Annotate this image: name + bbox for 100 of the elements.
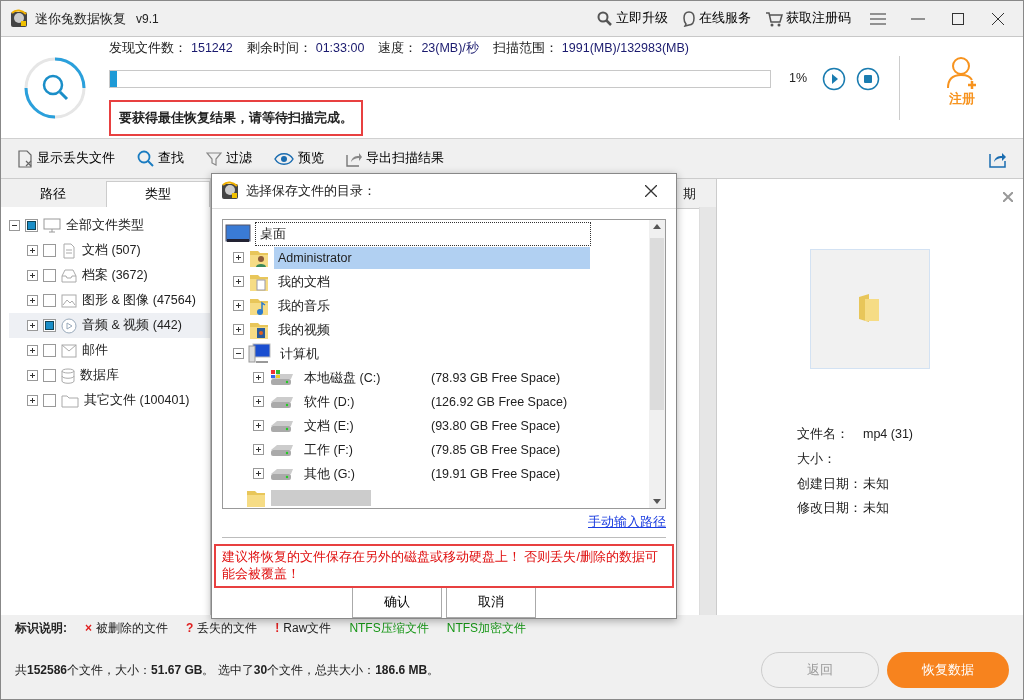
free-space-label: (78.93 GB Free Space) [431, 369, 562, 387]
field-label: 文件名： [797, 426, 850, 443]
tree-item[interactable]: 我的视频 [274, 318, 334, 342]
free-space-label: (19.91 GB Free Space) [431, 465, 562, 483]
free-space-label: (93.80 GB Free Space) [431, 417, 562, 435]
drive-icon [268, 369, 296, 387]
pane-tab[interactable]: 类型 [105, 181, 210, 207]
document-icon [61, 242, 77, 259]
field-value: 未知 [863, 475, 890, 493]
toolbar-button[interactable]: 导出扫描结果 [346, 149, 444, 168]
expand-icon[interactable] [253, 420, 264, 432]
expand-icon[interactable] [253, 444, 264, 456]
tree-item-label: 档案 (3672) [82, 267, 148, 285]
filter-icon [206, 151, 222, 166]
checkbox[interactable] [43, 269, 56, 282]
scrollbar[interactable] [699, 207, 716, 615]
toolbar-button[interactable]: 查找 [137, 149, 184, 168]
expand-icon[interactable] [27, 245, 38, 256]
scan-progress-icon [23, 55, 87, 120]
tree-item[interactable]: 其他 (G:) [300, 462, 359, 486]
tree-item[interactable]: 本地磁盘 (C:) [300, 366, 385, 390]
expand-icon[interactable] [253, 468, 264, 480]
stat-label: 发现文件数： [109, 39, 187, 57]
tree-item-label: 图形 & 图像 (47564) [82, 292, 196, 310]
tree-item[interactable]: Administrator [274, 246, 590, 270]
column-header[interactable]: 期 [683, 183, 696, 204]
legend-label: NTFS加密文件 [446, 620, 527, 637]
expand-icon[interactable] [233, 300, 244, 312]
expand-icon[interactable] [27, 320, 38, 331]
title-link[interactable]: 获取注册码 [761, 9, 855, 28]
tree-item[interactable]: 我的文档 [274, 270, 334, 294]
scroll-down-icon[interactable] [653, 498, 661, 504]
warning-message: 建议将恢复的文件保存在另外的磁盘或移动硬盘上！ 否则丢失/删除的数据可能会被覆盖！ [214, 544, 674, 588]
expand-icon[interactable] [233, 324, 244, 336]
checkbox[interactable] [43, 344, 56, 357]
collapse-icon[interactable] [9, 220, 20, 231]
legend-marker: × [85, 620, 92, 637]
toolbar-button[interactable]: 预览 [274, 149, 324, 168]
checkbox[interactable] [43, 294, 56, 307]
tree-row[interactable]: 文档 (507) [9, 238, 210, 263]
scroll-up-icon[interactable] [653, 224, 661, 229]
stat-value: 23(MB)/秒 [421, 39, 479, 57]
computer-icon [248, 343, 272, 365]
scrollbar[interactable] [649, 220, 665, 508]
tree-row[interactable]: 图形 & 图像 (47564) [9, 288, 210, 313]
expand-icon[interactable] [27, 345, 38, 356]
expand-icon[interactable] [253, 396, 264, 408]
toolbar-button[interactable]: 显示丢失文件 [17, 149, 115, 168]
tray-icon [61, 267, 77, 284]
checkbox[interactable] [25, 219, 38, 232]
expand-icon[interactable] [233, 276, 244, 288]
stat-label: 扫描范围： [492, 39, 558, 57]
tree-row[interactable]: 邮件 [9, 338, 210, 363]
chat-icon [682, 10, 696, 27]
tree-row[interactable]: 其它文件 (100401) [9, 388, 210, 413]
tree-item[interactable]: 工作 (F:) [300, 438, 357, 462]
expand-icon[interactable] [27, 270, 38, 281]
stat-value: 1991(MB)/132983(MB) [561, 39, 689, 57]
stat-label: 速度： [378, 39, 418, 57]
expand-icon[interactable] [27, 395, 38, 406]
search-icon [137, 150, 154, 167]
tree-item[interactable]: 我的音乐 [274, 294, 334, 318]
tree-item-label: 其它文件 (100401) [84, 392, 190, 410]
tree-item[interactable]: 文档 (E:) [300, 414, 358, 438]
app-logo-icon [9, 8, 29, 29]
checkbox[interactable] [43, 244, 56, 257]
confirm-button[interactable]: 确认 [352, 588, 442, 618]
tree-item[interactable]: 软件 (D:) [300, 390, 359, 414]
tree-item[interactable]: 全部文件类型 [66, 216, 144, 235]
percent-label: 1% [789, 70, 808, 88]
collapse-icon[interactable] [233, 348, 244, 360]
tree-row[interactable]: 档案 (3672) [9, 263, 210, 288]
cancel-button[interactable]: 取消 [446, 588, 536, 618]
dialog-title: 选择保存文件的目录： [246, 182, 376, 201]
status-summary: 共152586个文件，大小：51.67 GB。 选中了30个文件，总共大小：186.6 MB。 [15, 662, 440, 679]
title-link[interactable]: 在线服务 [678, 9, 755, 28]
expand-icon[interactable] [27, 295, 38, 306]
database-icon [61, 367, 75, 384]
manual-path-link[interactable]: 手动输入路径 [588, 512, 666, 532]
eye-icon [274, 151, 294, 166]
title-link[interactable]: 立即升级 [593, 9, 672, 28]
legend-label: Raw文件 [283, 620, 332, 637]
tree-row[interactable]: 数据库 [9, 363, 210, 388]
stat-label: 剩余时间： [246, 39, 312, 57]
expand-icon[interactable] [233, 252, 244, 264]
tree-item-label: 数据库 [80, 367, 119, 385]
legend-title: 标识说明: [15, 620, 67, 637]
tree-item[interactable]: 计算机 [276, 342, 323, 366]
toolbar-button[interactable]: 过滤 [206, 149, 252, 168]
tree-item-label: 文档 (507) [82, 242, 141, 260]
checkbox[interactable] [43, 369, 56, 382]
monitor-icon [225, 224, 251, 244]
tree-row[interactable]: 音频 & 视频 (442) [9, 313, 210, 338]
expand-icon[interactable] [253, 372, 264, 384]
checkbox[interactable] [43, 394, 56, 407]
field-label: 修改日期： [797, 500, 863, 518]
checkbox[interactable] [43, 319, 56, 332]
expand-icon[interactable] [27, 370, 38, 381]
legend-label: NTFS压缩文件 [349, 620, 429, 637]
tree-item[interactable]: 桌面 [255, 221, 591, 247]
